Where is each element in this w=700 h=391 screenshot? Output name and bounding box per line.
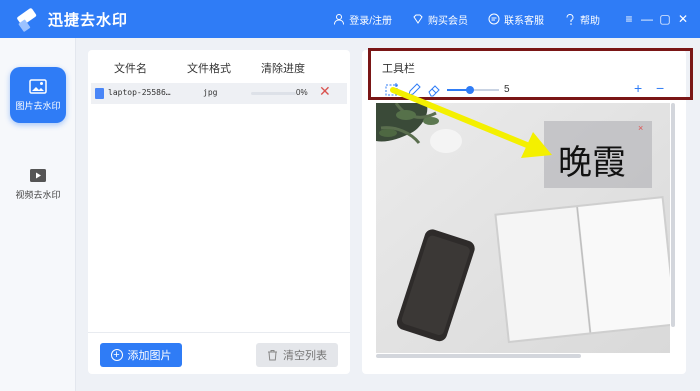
clear-list-label: 清空列表 [283, 350, 327, 362]
buy-vip-label: 购买会员 [428, 15, 468, 27]
eraser-logo-icon [17, 8, 37, 32]
zoom-in-button[interactable]: + [634, 80, 642, 96]
file-format: jpg [203, 88, 218, 97]
app-title: 迅捷去水印 [48, 11, 129, 29]
horizontal-scrollbar[interactable] [376, 354, 581, 358]
progress-bar [251, 92, 296, 95]
buy-vip-button[interactable]: 购买会员 [412, 12, 468, 27]
sidebar-item-label: 图片去水印 [15, 100, 61, 111]
contact-support-button[interactable]: 联系客服 [488, 12, 544, 27]
help-button[interactable]: 帮助 [564, 12, 600, 27]
progress-label: 0% [296, 88, 308, 97]
file-list-footer: + 添加图片 清空列表 [88, 332, 350, 374]
add-image-label: 添加图片 [127, 350, 172, 362]
eraser-icon[interactable] [426, 82, 442, 98]
pen-icon[interactable] [406, 82, 422, 98]
title-bar: 迅捷去水印 登录/注册 购买会员 联系客服 帮助 ≡ — ▢ ✕ [0, 0, 700, 38]
file-list-panel: 文件名 文件格式 清除进度 laptop-25586… jpg 0% ✕ + 添… [88, 50, 350, 374]
contact-support-label: 联系客服 [504, 15, 544, 27]
maximize-icon[interactable]: ▢ [656, 12, 674, 26]
chat-icon [488, 13, 500, 25]
watermark-text: 晚霞 [558, 143, 626, 183]
toolbar-label: 工具栏 [382, 63, 415, 75]
login-label: 登录/注册 [349, 15, 392, 27]
brush-size-slider[interactable] [466, 86, 475, 94]
video-icon [30, 168, 46, 182]
user-icon [334, 14, 345, 25]
login-button[interactable]: 登录/注册 [333, 12, 392, 27]
clear-list-button[interactable]: 清空列表 [256, 343, 338, 367]
sidebar-item-label: 视频去水印 [15, 189, 61, 200]
close-icon[interactable]: ✕ [674, 12, 692, 26]
sidebar: 图片去水印 视频去水印 [0, 38, 76, 391]
add-image-button[interactable]: + 添加图片 [100, 343, 182, 367]
column-header-format: 文件格式 [187, 63, 231, 75]
minimize-icon[interactable]: — [638, 12, 656, 26]
sidebar-item-video-watermark[interactable]: 视频去水印 [10, 156, 66, 212]
column-header-progress: 清除进度 [261, 63, 305, 75]
table-row[interactable]: laptop-25586… jpg 0% ✕ [91, 83, 347, 104]
column-header-filename: 文件名 [114, 63, 147, 75]
remove-selection-icon[interactable]: × [638, 123, 643, 133]
help-icon [566, 14, 574, 25]
file-name: laptop-25586… [108, 88, 171, 97]
delete-icon[interactable]: ✕ [319, 84, 331, 100]
file-icon [95, 88, 104, 99]
watermark-selection[interactable]: 晚霞 × [544, 121, 652, 188]
plus-circle-icon: + [110, 349, 123, 361]
menu-icon[interactable]: ≡ [620, 12, 638, 26]
trash-icon [268, 350, 277, 361]
diamond-icon [413, 14, 423, 24]
brush-size-value: 5 [504, 84, 510, 95]
rect-select-icon[interactable] [384, 82, 400, 98]
zoom-out-button[interactable]: − [656, 80, 664, 96]
toolbar: 5 + − [384, 80, 684, 98]
sidebar-item-image-watermark[interactable]: 图片去水印 [10, 67, 66, 123]
help-label: 帮助 [580, 15, 600, 27]
image-icon [29, 78, 47, 94]
vertical-scrollbar[interactable] [671, 103, 675, 327]
file-list-header: 文件名 文件格式 清除进度 [88, 60, 350, 78]
